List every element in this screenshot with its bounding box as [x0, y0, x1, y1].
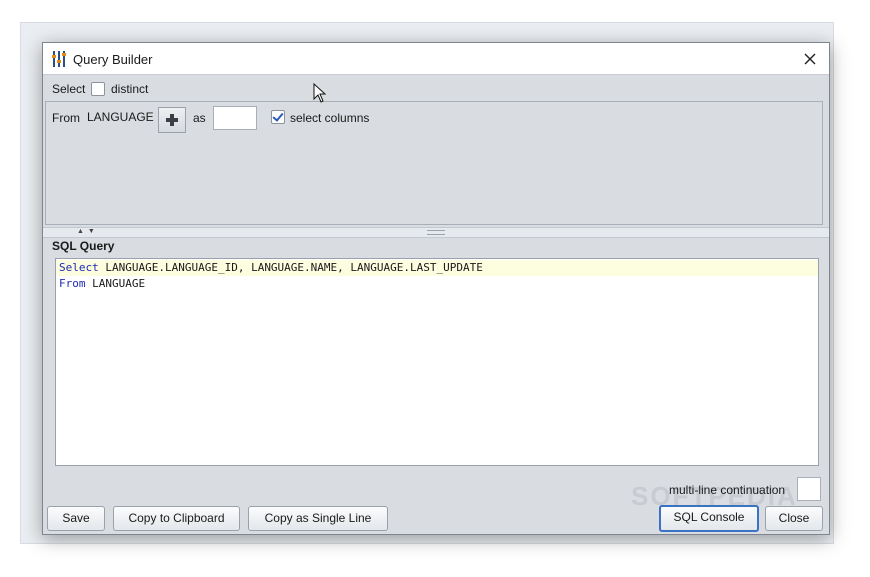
alias-input[interactable]	[213, 106, 257, 130]
close-icon[interactable]	[797, 46, 823, 72]
split-grip-icon[interactable]	[427, 230, 445, 235]
split-pane-divider[interactable]: ▲▼	[43, 227, 829, 238]
select-columns-checkbox[interactable]	[271, 110, 285, 124]
sql-keyword: From	[59, 277, 86, 290]
add-table-button[interactable]	[158, 107, 186, 133]
sql-text: LANGUAGE.LANGUAGE_ID, LANGUAGE.NAME, LAN…	[98, 261, 483, 274]
close-button[interactable]: Close	[765, 506, 823, 531]
code-line: Select LANGUAGE.LANGUAGE_ID, LANGUAGE.NA…	[56, 260, 818, 276]
sql-query-label: SQL Query	[52, 239, 115, 253]
sql-keyword: Select	[59, 261, 99, 274]
distinct-label: distinct	[111, 82, 149, 96]
as-label: as	[193, 111, 206, 125]
sql-text: LANGUAGE	[85, 277, 146, 290]
sql-console-button[interactable]: SQL Console	[659, 505, 759, 532]
multiline-continuation-input[interactable]	[797, 477, 821, 501]
query-builder-app-icon	[52, 51, 66, 67]
distinct-checkbox[interactable]	[91, 82, 105, 96]
save-button[interactable]: Save	[47, 506, 105, 531]
code-line: From LANGUAGE	[56, 276, 145, 292]
mouse-cursor-icon	[313, 83, 327, 103]
dialog-title: Query Builder	[73, 52, 153, 67]
query-builder-dialog: Query Builder Select distinct From LANGU…	[42, 42, 830, 535]
split-arrows-icon[interactable]: ▲▼	[77, 228, 99, 235]
multiline-continuation-label: multi-line continuation	[669, 483, 786, 497]
table-name: LANGUAGE	[87, 110, 154, 124]
from-panel: From LANGUAGE as select columns	[45, 101, 823, 225]
sql-editor[interactable]: Select LANGUAGE.LANGUAGE_ID, LANGUAGE.NA…	[55, 258, 819, 466]
from-label: From	[52, 111, 80, 125]
title-bar: Query Builder	[43, 43, 829, 75]
select-label: Select	[52, 82, 86, 96]
copy-to-clipboard-button[interactable]: Copy to Clipboard	[113, 506, 240, 531]
copy-as-single-line-button[interactable]: Copy as Single Line	[248, 506, 388, 531]
select-columns-label: select columns	[290, 111, 370, 125]
plus-icon	[166, 114, 178, 126]
